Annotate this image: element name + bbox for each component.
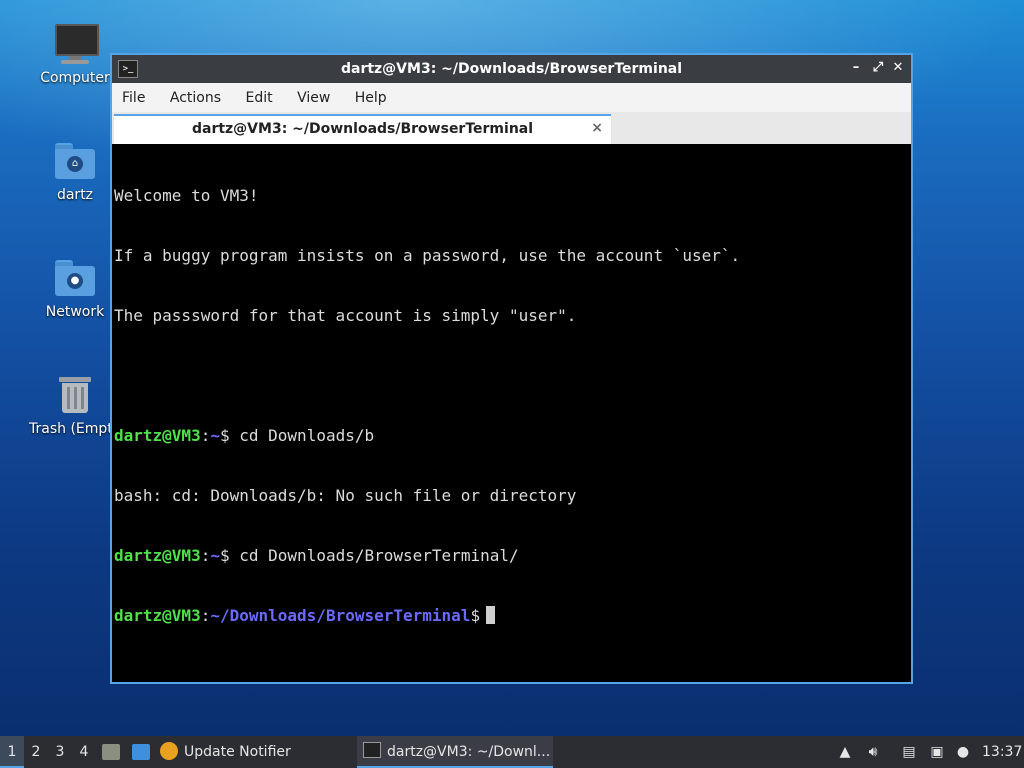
- menu-bar: File Actions Edit View Help: [112, 83, 911, 113]
- text-cursor: [486, 606, 496, 624]
- command-line: dartz@VM3:~$ cd Downloads/BrowserTermina…: [114, 546, 519, 565]
- prompt-path: ~: [210, 426, 220, 445]
- task-terminal[interactable]: dartz@VM3: ~/Downl...: [357, 736, 553, 768]
- menu-file[interactable]: File: [112, 83, 155, 112]
- file-manager-icon[interactable]: [102, 744, 120, 760]
- menu-view[interactable]: View: [287, 83, 340, 112]
- terminal-window[interactable]: >_ dartz@VM3: ~/Downloads/BrowserTermina…: [110, 53, 913, 684]
- command-line: dartz@VM3:~$ cd Downloads/b: [114, 426, 375, 445]
- tab-close-icon[interactable]: ×: [591, 120, 603, 136]
- terminal-output[interactable]: Welcome to VM3! If a buggy program insis…: [114, 146, 909, 680]
- taskbar: 1 2 3 4 Update Notifier dartz@VM3: ~/Dow…: [0, 736, 1024, 768]
- network-icon[interactable]: ▣: [928, 743, 946, 761]
- computer-icon: [53, 22, 99, 66]
- command-text: cd Downloads/b: [229, 426, 375, 445]
- workspace-3[interactable]: 3: [48, 736, 72, 768]
- command-text: cd Downloads/BrowserTerminal/: [229, 546, 519, 565]
- minimize-button[interactable]: –: [847, 59, 865, 77]
- clock[interactable]: 13:37: [982, 736, 1022, 768]
- show-desktop-icon[interactable]: [132, 744, 150, 760]
- window-title: dartz@VM3: ~/Downloads/BrowserTerminal: [340, 61, 683, 77]
- workspace-4[interactable]: 4: [72, 736, 96, 768]
- task-label: Update Notifier: [184, 744, 291, 760]
- task-label: dartz@VM3: ~/Downl...: [387, 744, 551, 760]
- welcome-line: Welcome to VM3!: [114, 186, 259, 205]
- tab-bar: dartz@VM3: ~/Downloads/BrowserTerminal ×: [112, 112, 911, 144]
- prompt-user: dartz@VM3: [114, 546, 201, 565]
- network-folder-icon: ●: [53, 256, 97, 300]
- desktop-icon-trash[interactable]: Trash (Empty): [25, 373, 111, 437]
- update-notifier-icon: [160, 742, 178, 760]
- prompt-path: ~/Downloads/BrowserTerminal: [210, 606, 471, 625]
- workspace-2[interactable]: 2: [24, 736, 48, 768]
- prompt-path: ~: [210, 546, 220, 565]
- volume-icon[interactable]: 🔊︎: [864, 743, 882, 761]
- desktop-icon-label: Trash (Empty): [29, 421, 111, 437]
- command-line: dartz@VM3:~/Downloads/BrowserTerminal$: [114, 606, 909, 626]
- error-line: bash: cd: Downloads/b: No such file or d…: [114, 486, 577, 505]
- window-titlebar[interactable]: >_ dartz@VM3: ~/Downloads/BrowserTermina…: [112, 55, 911, 83]
- menu-edit[interactable]: Edit: [235, 83, 282, 112]
- workspace-1[interactable]: 1: [0, 736, 24, 768]
- maximize-button[interactable]: ⤢: [869, 59, 887, 77]
- menu-help[interactable]: Help: [345, 83, 397, 112]
- task-update-notifier[interactable]: Update Notifier: [160, 736, 340, 768]
- welcome-line: If a buggy program insists on a password…: [114, 246, 741, 265]
- clipboard-icon[interactable]: ▤: [900, 743, 918, 761]
- welcome-line: The passsword for that account is simply…: [114, 306, 577, 325]
- close-button[interactable]: ✕: [889, 59, 907, 77]
- trash-icon: [53, 373, 97, 417]
- terminal-task-icon: [363, 742, 381, 758]
- notification-icon[interactable]: ●: [954, 743, 972, 761]
- home-folder-icon: ⌂: [53, 139, 97, 183]
- menu-actions[interactable]: Actions: [160, 83, 231, 112]
- prompt-user: dartz@VM3: [114, 426, 201, 445]
- prompt-user: dartz@VM3: [114, 606, 201, 625]
- terminal-tab[interactable]: dartz@VM3: ~/Downloads/BrowserTerminal ×: [114, 114, 611, 144]
- update-tray-icon[interactable]: ▲: [836, 743, 854, 761]
- tab-label: dartz@VM3: ~/Downloads/BrowserTerminal: [191, 121, 534, 137]
